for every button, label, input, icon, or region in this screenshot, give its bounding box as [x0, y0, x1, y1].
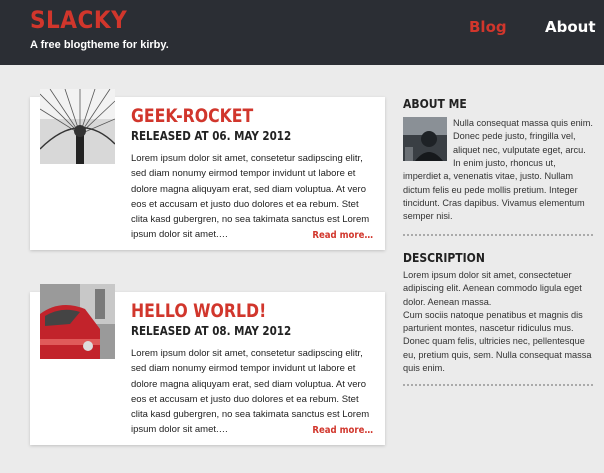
post-date: RELEASED AT 08. MAY 2012	[131, 323, 292, 338]
site-header: SLACKY A free blogtheme for kirby. Blog …	[0, 0, 604, 65]
nav-item-blog[interactable]: Blog	[469, 18, 507, 36]
divider	[403, 384, 593, 386]
nav-item-about[interactable]: About	[545, 18, 596, 36]
post-excerpt: Lorem ipsum dolor sit amet, consetetur s…	[131, 348, 370, 436]
post-excerpt: Lorem ipsum dolor sit amet, consetetur s…	[131, 153, 370, 241]
post-card: GEEK-ROCKET RELEASED AT 06. MAY 2012 Lor…	[30, 89, 385, 250]
red-car-icon[interactable]	[40, 284, 115, 359]
site-logo[interactable]: SLACKY	[30, 6, 127, 34]
post-title[interactable]: GEEK-ROCKET	[131, 105, 253, 127]
description-text: Lorem ipsum dolor sit amet, consectetuer…	[403, 269, 595, 375]
post-card: HELLO WORLD! RELEASED AT 08. MAY 2012 Lo…	[30, 284, 385, 445]
about-text: Nulla consequat massa quis enim. Donec p…	[453, 118, 593, 155]
about-text-continued: In enim justo, rhoncus ut, imperdiet a, …	[403, 158, 585, 222]
read-more-link[interactable]: Read more…	[312, 425, 373, 436]
description-heading: DESCRIPTION	[403, 251, 485, 265]
description-text-2: Cum sociis natoque penatibus et magnis d…	[403, 309, 592, 374]
about-heading: ABOUT ME	[403, 97, 467, 111]
divider	[403, 234, 593, 236]
site-tagline: A free blogtheme for kirby.	[30, 39, 169, 51]
read-more-link[interactable]: Read more…	[312, 230, 373, 241]
post-date: RELEASED AT 06. MAY 2012	[131, 128, 292, 143]
post-title[interactable]: HELLO WORLD!	[131, 300, 266, 322]
ferris-wheel-icon[interactable]	[40, 89, 115, 164]
description-text-1: Lorem ipsum dolor sit amet, consectetuer…	[403, 270, 582, 307]
portrait-icon	[403, 117, 447, 161]
